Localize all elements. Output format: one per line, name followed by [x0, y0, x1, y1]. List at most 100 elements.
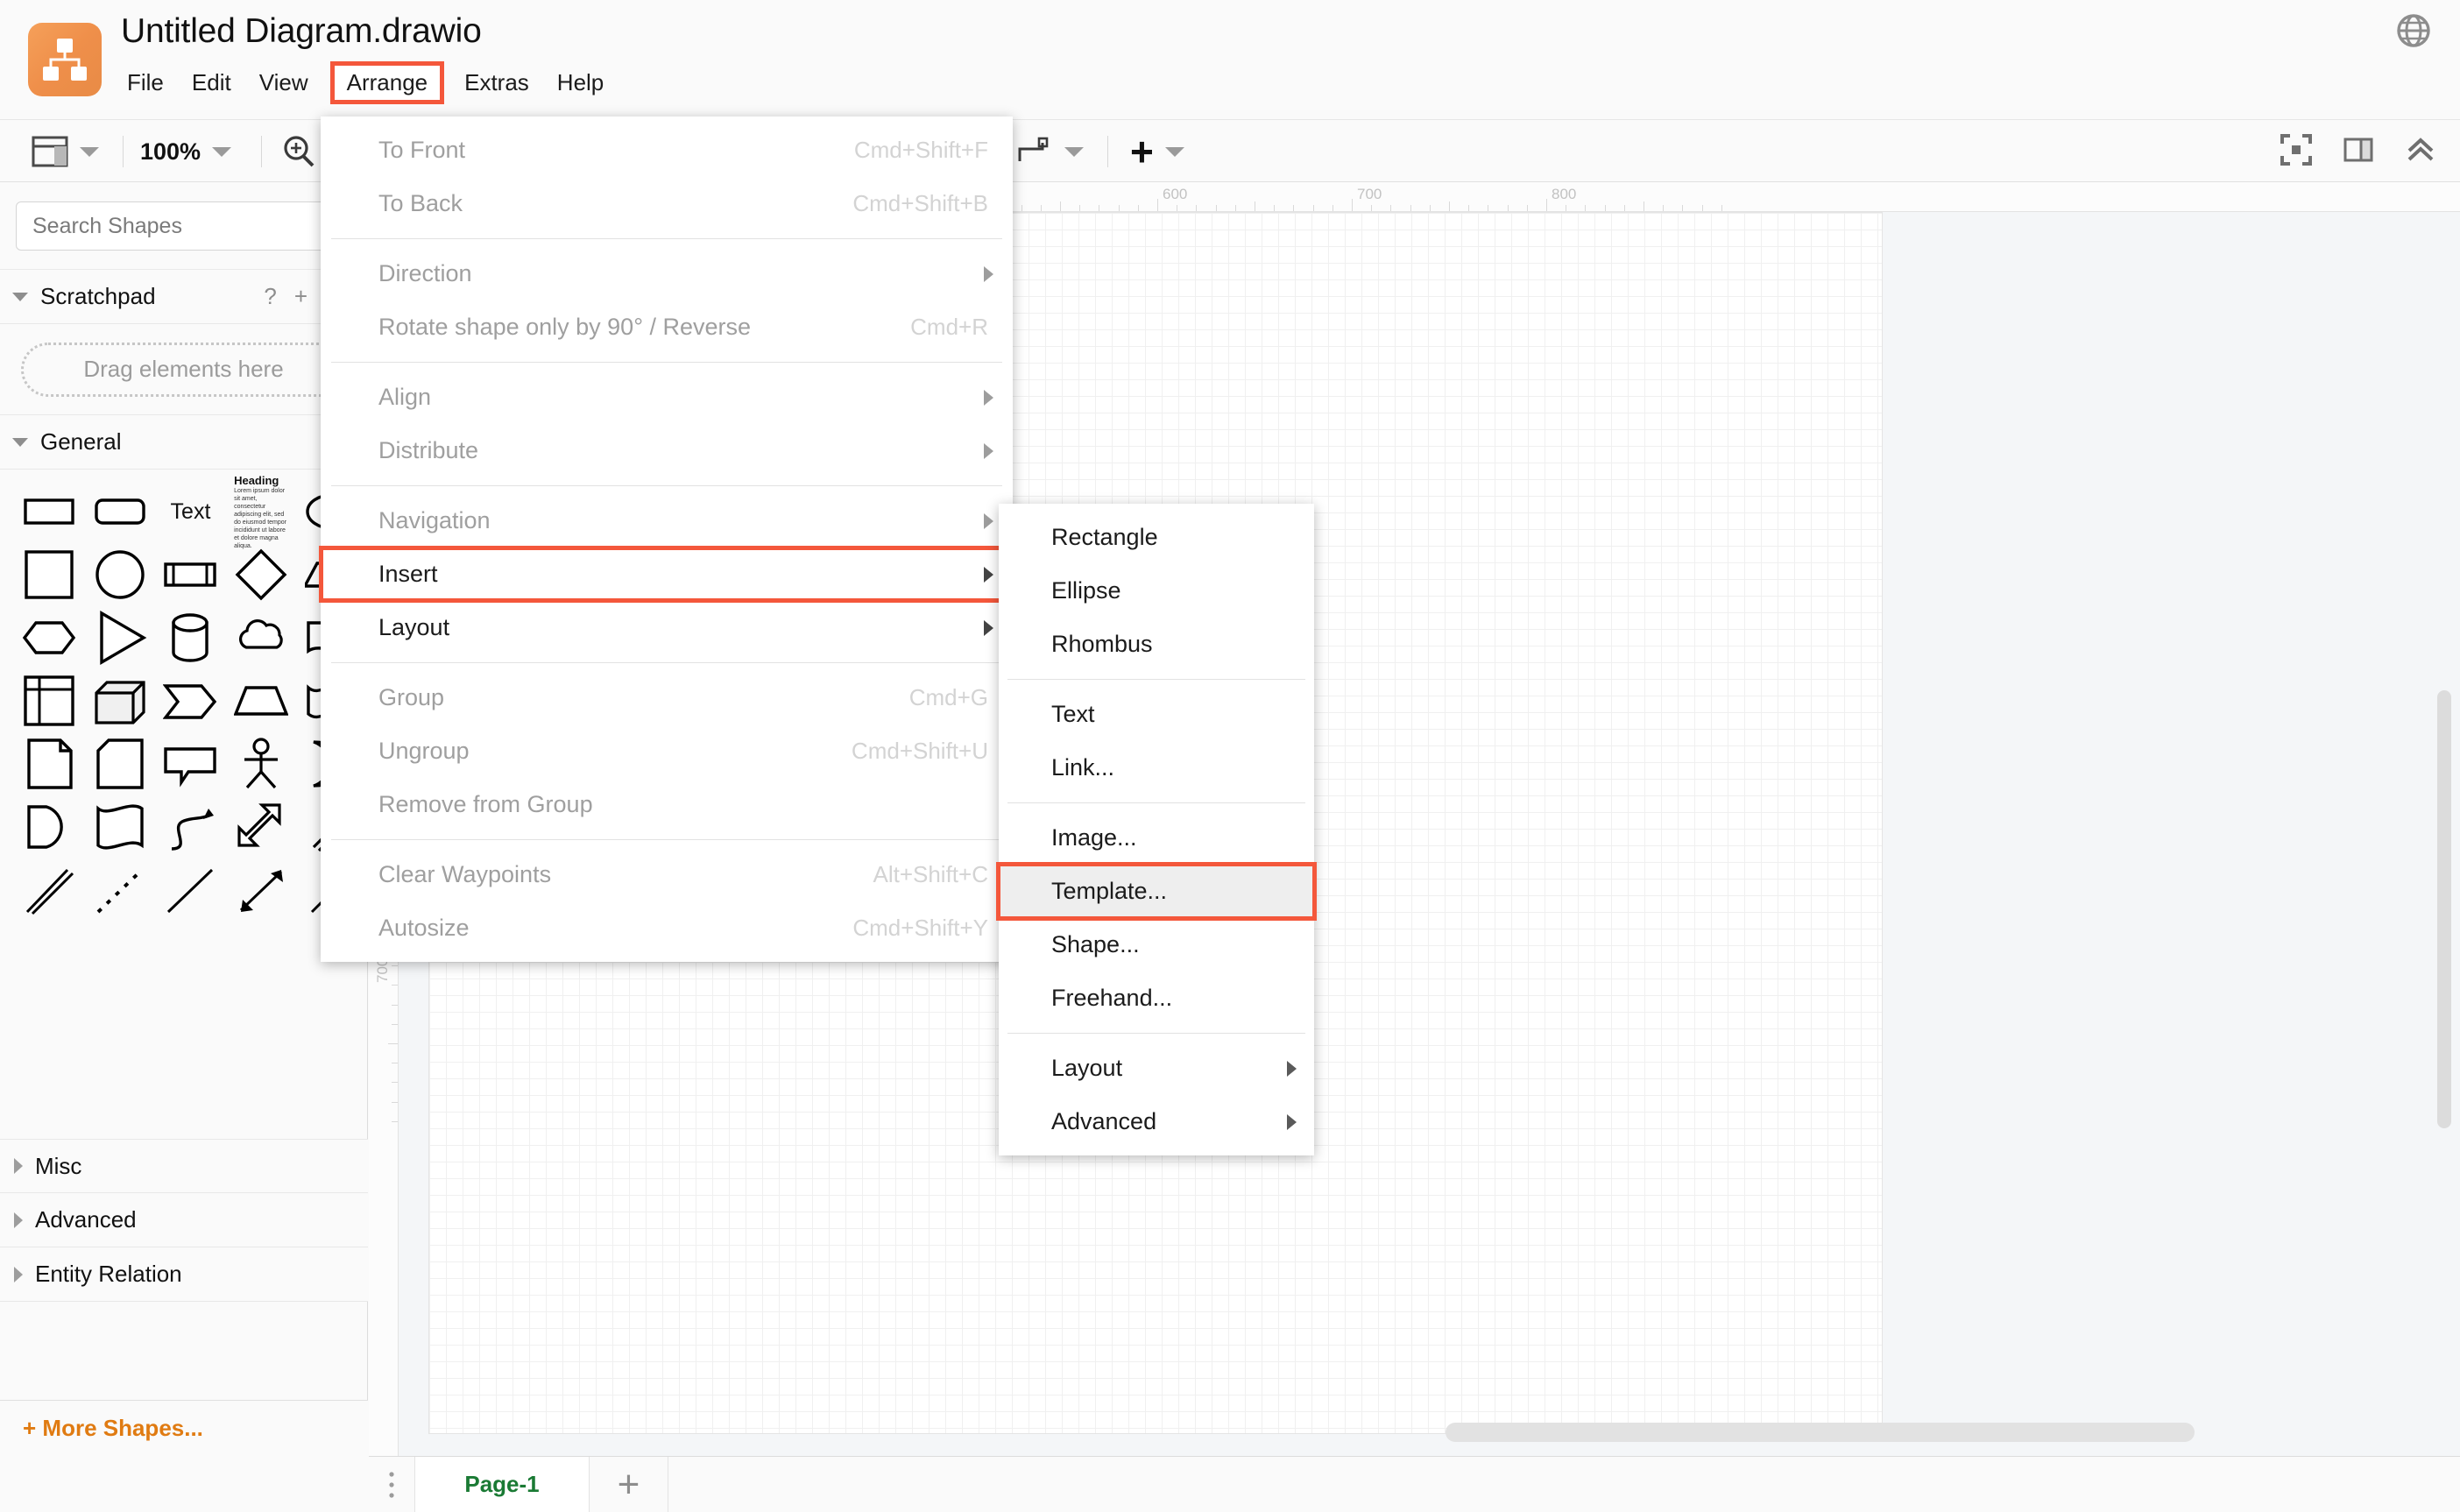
chevron-right-icon: [984, 390, 993, 406]
shape-hexagon[interactable]: [19, 606, 80, 669]
submenu-item-freehand[interactable]: Freehand...: [999, 971, 1314, 1025]
zoom-control[interactable]: 100%: [140, 120, 231, 183]
ruler-minor-tick: [392, 1121, 398, 1122]
insert-shape-button[interactable]: +: [1130, 120, 1184, 183]
menu-separator: [331, 839, 1002, 840]
search-input[interactable]: Search Shapes: [16, 201, 351, 251]
scratchpad-dropzone[interactable]: Drag elements here: [0, 324, 367, 415]
waypoint-caret-icon[interactable]: [1064, 147, 1084, 157]
submenu-item-text[interactable]: Text: [999, 688, 1314, 741]
more-shapes-button[interactable]: + More Shapes...: [0, 1400, 368, 1456]
page-options-icon[interactable]: [369, 1457, 414, 1512]
chevron-right-icon: [984, 443, 993, 459]
shape-delay[interactable]: [19, 795, 80, 858]
shapes-sidebar: Search Shapes Scratchpad ? + Drag elemen…: [0, 182, 368, 1456]
shape-cylinder[interactable]: [160, 606, 221, 669]
menu-extras[interactable]: Extras: [451, 64, 542, 102]
ruler-label: 700: [1357, 186, 1382, 203]
shape-cube[interactable]: [90, 669, 151, 732]
ruler-label: 800: [1552, 186, 1576, 203]
shape-rounded-rectangle[interactable]: [90, 480, 151, 543]
sidebar-section-scratchpad[interactable]: Scratchpad ? +: [0, 270, 367, 324]
submenu-item-template[interactable]: Template...: [999, 865, 1314, 918]
menu-item-label: Group: [378, 684, 444, 711]
submenu-item-layout[interactable]: Layout: [999, 1042, 1314, 1095]
globe-icon[interactable]: [2393, 11, 2434, 51]
submenu-item-rhombus[interactable]: Rhombus: [999, 618, 1314, 671]
ruler-minor-tick: [1527, 205, 1528, 211]
sidebar-section-general[interactable]: General: [0, 415, 367, 470]
shape-process[interactable]: [160, 543, 221, 606]
zoom-caret-icon[interactable]: [212, 147, 231, 157]
shape-step[interactable]: [160, 669, 221, 732]
menu-arrange[interactable]: Arrange: [330, 61, 445, 104]
shape-square[interactable]: [19, 543, 80, 606]
shape-trapezoid[interactable]: [231, 669, 292, 732]
shape-double-arrow[interactable]: [231, 795, 292, 858]
shape-text[interactable]: Text: [160, 480, 221, 543]
submenu-item-label: Freehand...: [1051, 985, 1172, 1012]
view-layout-caret-icon[interactable]: [80, 147, 99, 157]
shape-cloud[interactable]: [231, 606, 292, 669]
shape-table[interactable]: [19, 669, 80, 732]
ruler-minor-tick: [392, 1024, 398, 1025]
zoom-in-icon[interactable]: [280, 120, 317, 183]
shape-document2[interactable]: [90, 795, 151, 858]
shape-circle[interactable]: [90, 543, 151, 606]
shape-rectangle[interactable]: [19, 480, 80, 543]
page-tab-page-1[interactable]: Page-1: [414, 1457, 590, 1512]
menu-item-label: Ungroup: [378, 738, 470, 765]
submenu-separator: [1007, 679, 1305, 680]
menu-item-layout[interactable]: Layout: [321, 601, 1013, 654]
shape-double-line[interactable]: [19, 858, 80, 922]
drawio-app: Untitled Diagram.drawio File Edit View A…: [0, 0, 2460, 1512]
chevron-down-icon: [12, 293, 28, 301]
vertical-scrollbar[interactable]: [2437, 690, 2451, 1128]
title-bar: Untitled Diagram.drawio File Edit View A…: [0, 0, 2460, 119]
ruler-minor-tick: [1138, 205, 1139, 211]
view-layout-icon[interactable]: [32, 120, 99, 183]
menu-edit[interactable]: Edit: [179, 64, 244, 102]
submenu-item-ellipse[interactable]: Ellipse: [999, 564, 1314, 618]
add-page-icon[interactable]: +: [590, 1457, 668, 1512]
shape-note[interactable]: [19, 732, 80, 795]
collapse-toolbar-icon[interactable]: [2404, 135, 2437, 169]
submenu-item-shape[interactable]: Shape...: [999, 918, 1314, 971]
format-panel-icon[interactable]: [2343, 134, 2374, 170]
ruler-minor-tick: [1371, 205, 1372, 211]
submenu-separator: [1007, 802, 1305, 803]
help-icon[interactable]: ?: [264, 283, 276, 310]
shape-curved-arrow[interactable]: [160, 795, 221, 858]
ruler-label: 600: [1163, 186, 1187, 203]
insert-caret-icon[interactable]: [1165, 147, 1184, 157]
sidebar-section-misc[interactable]: Misc: [0, 1139, 368, 1193]
shape-triangle[interactable]: [90, 606, 151, 669]
shape-textbox[interactable]: Heading Lorem ipsum dolor sit amet, cons…: [231, 480, 292, 543]
sidebar-section-label: Misc: [35, 1153, 81, 1180]
ruler-minor-tick: [1313, 205, 1314, 211]
ruler-minor-tick: [1390, 205, 1391, 211]
waypoint-style-icon[interactable]: [1014, 120, 1084, 183]
shape-callout[interactable]: [160, 732, 221, 795]
menu-item-insert[interactable]: Insert: [321, 548, 1013, 601]
shape-bidirectional-arrow[interactable]: [231, 858, 292, 922]
horizontal-scrollbar[interactable]: [1446, 1423, 2195, 1442]
sidebar-section-advanced[interactable]: Advanced: [0, 1193, 368, 1247]
ruler-minor-tick: [1235, 205, 1236, 211]
shape-dotted-line[interactable]: [90, 858, 151, 922]
menu-help[interactable]: Help: [544, 64, 617, 102]
submenu-item-rectangle[interactable]: Rectangle: [999, 511, 1314, 564]
menu-view[interactable]: View: [246, 64, 322, 102]
submenu-item-link[interactable]: Link...: [999, 741, 1314, 795]
menu-file[interactable]: File: [114, 64, 177, 102]
submenu-item-image[interactable]: Image...: [999, 811, 1314, 865]
menu-item-autosize: AutosizeCmd+Shift+Y: [321, 901, 1013, 955]
submenu-item-advanced[interactable]: Advanced: [999, 1095, 1314, 1148]
shape-line[interactable]: [160, 858, 221, 922]
sidebar-section-entity-relation[interactable]: Entity Relation: [0, 1247, 368, 1302]
shape-card[interactable]: [90, 732, 151, 795]
add-icon[interactable]: +: [294, 283, 308, 310]
shape-rhombus[interactable]: [231, 543, 292, 606]
shape-actor[interactable]: [231, 732, 292, 795]
fullscreen-icon[interactable]: [2280, 133, 2313, 171]
